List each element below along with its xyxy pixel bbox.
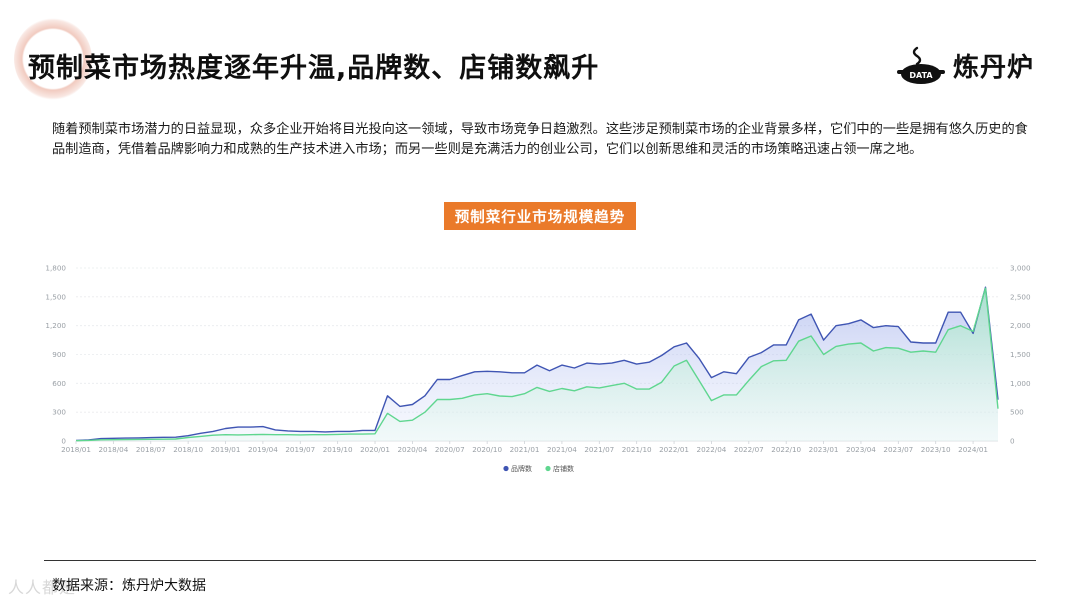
x-tick-label: 2023/10 bbox=[921, 445, 951, 454]
logo-text: 炼丹炉 bbox=[952, 52, 1034, 83]
x-tick-label: 2023/04 bbox=[846, 445, 876, 454]
left-tick-label: 300 bbox=[52, 408, 66, 417]
right-axis-ticks: 0 500 1,000 1,500 2,000 2,500 3,000 bbox=[1010, 264, 1031, 446]
x-tick-label: 2021/07 bbox=[584, 445, 614, 454]
legend-label: 店铺数 bbox=[553, 464, 574, 473]
data-source: 数据来源：炼丹炉大数据 bbox=[52, 578, 206, 594]
footer-divider bbox=[44, 560, 1036, 561]
x-tick-label: 2019/04 bbox=[248, 445, 278, 454]
left-tick-label: 1,200 bbox=[45, 321, 66, 330]
x-tick-label: 2024/01 bbox=[958, 445, 988, 454]
x-tick-label: 2022/07 bbox=[734, 445, 764, 454]
x-tick-label: 2020/04 bbox=[397, 445, 427, 454]
right-tick-label: 1,000 bbox=[1010, 379, 1031, 388]
left-tick-label: 900 bbox=[52, 350, 66, 359]
right-tick-label: 2,500 bbox=[1010, 292, 1031, 301]
legend-label: 品牌数 bbox=[511, 464, 532, 473]
brand-logo: DATA 炼丹炉 bbox=[896, 44, 1034, 86]
left-tick-label: 600 bbox=[52, 379, 66, 388]
x-tick-label: 2022/10 bbox=[771, 445, 801, 454]
x-tick-label: 2022/01 bbox=[659, 445, 689, 454]
x-axis-ticks: 2018/01 2018/04 2018/07 2018/10 2019/01 2019/… bbox=[61, 441, 988, 454]
x-tick-label: 2023/01 bbox=[809, 445, 839, 454]
logo-badge: DATA bbox=[909, 71, 933, 80]
right-tick-label: 3,000 bbox=[1010, 264, 1031, 273]
chart-title-badge: 预制菜行业市场规模趋势 bbox=[444, 202, 636, 230]
logo-pot-icon: DATA bbox=[896, 46, 945, 84]
legend-marker bbox=[545, 465, 551, 472]
page-title: 预制菜市场热度逐年升温,品牌数、店铺数飙升 bbox=[28, 53, 600, 84]
chart-legend: 品牌数 店铺数 bbox=[503, 464, 574, 473]
left-tick-label: 1,500 bbox=[45, 292, 66, 301]
legend-marker bbox=[503, 465, 509, 472]
x-tick-label: 2018/10 bbox=[173, 445, 203, 454]
intro-paragraph: 随着预制菜市场潜力的日益显现，众多企业开始将目光投向这一领域，导致市场竞争日趋激… bbox=[52, 122, 1028, 157]
x-tick-label: 2020/07 bbox=[435, 445, 465, 454]
right-tick-label: 500 bbox=[1010, 408, 1024, 417]
right-tick-label: 2,000 bbox=[1010, 321, 1031, 330]
left-tick-label: 1,800 bbox=[45, 264, 66, 273]
x-tick-label: 2021/04 bbox=[547, 445, 577, 454]
x-tick-label: 2019/10 bbox=[323, 445, 353, 454]
x-tick-label: 2021/10 bbox=[622, 445, 652, 454]
market-trend-chart: 0 300 600 900 1,200 1,500 1,800 0 500 1,000 1,500… bbox=[45, 264, 1031, 474]
x-tick-label: 2019/01 bbox=[211, 445, 241, 454]
x-tick-label: 2020/10 bbox=[472, 445, 502, 454]
chart-areas bbox=[76, 287, 998, 441]
left-axis-ticks: 03006009001,2001,5001,800 bbox=[45, 264, 66, 446]
right-tick-label: 0 bbox=[1010, 437, 1015, 446]
x-tick-label: 2021/01 bbox=[510, 445, 540, 454]
x-tick-label: 2022/04 bbox=[697, 445, 727, 454]
x-tick-label: 2019/07 bbox=[285, 445, 315, 454]
x-tick-label: 2018/01 bbox=[61, 445, 91, 454]
x-tick-label: 2023/07 bbox=[883, 445, 913, 454]
x-tick-label: 2018/04 bbox=[98, 445, 128, 454]
x-tick-label: 2020/01 bbox=[360, 445, 390, 454]
right-tick-label: 1,500 bbox=[1010, 350, 1031, 359]
x-tick-label: 2018/07 bbox=[136, 445, 166, 454]
